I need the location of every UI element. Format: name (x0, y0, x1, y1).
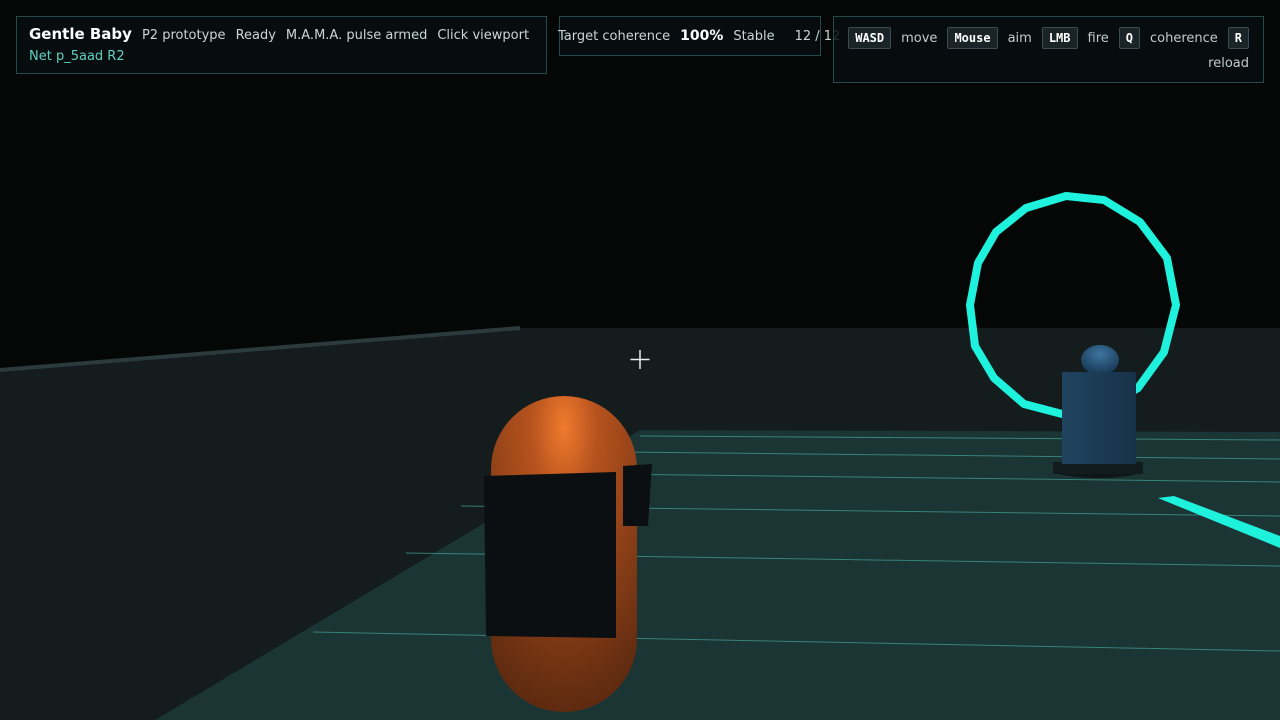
key-mouse: Mouse (947, 27, 998, 49)
hud-status-panel: Gentle Baby P2 prototype Ready M.A.M.A. … (16, 16, 547, 74)
coherence-label: Target coherence (558, 29, 671, 44)
action-fire: fire (1087, 30, 1109, 46)
action-coherence: coherence (1149, 30, 1218, 46)
controls-panel: WASD move Mouse aim LMB fire Q coherence… (833, 16, 1264, 83)
game-title: Gentle Baby (29, 25, 132, 43)
action-move: move (901, 30, 938, 46)
coherence-panel: Target coherence 100% Stable 12 / 12 (558, 16, 840, 56)
coherence-value: 100% (680, 28, 724, 44)
pulse-status: M.A.M.A. pulse armed (285, 28, 428, 43)
key-r: R (1227, 27, 1249, 49)
key-lmb: LMB (1041, 27, 1078, 49)
viewport-hint: Click viewport (437, 28, 530, 43)
action-reload: reload (1208, 56, 1249, 71)
status-text: Ready (235, 28, 276, 43)
action-aim: aim (1007, 30, 1032, 46)
key-wasd: WASD (848, 27, 892, 49)
game-viewport[interactable] (0, 0, 1280, 720)
player-character (484, 396, 652, 712)
net-status: Net p_5aad R2 (29, 49, 125, 64)
coherence-state: Stable (733, 29, 775, 44)
player-backpack (484, 472, 616, 638)
key-q: Q (1118, 27, 1140, 49)
build-label: P2 prototype (141, 28, 226, 43)
